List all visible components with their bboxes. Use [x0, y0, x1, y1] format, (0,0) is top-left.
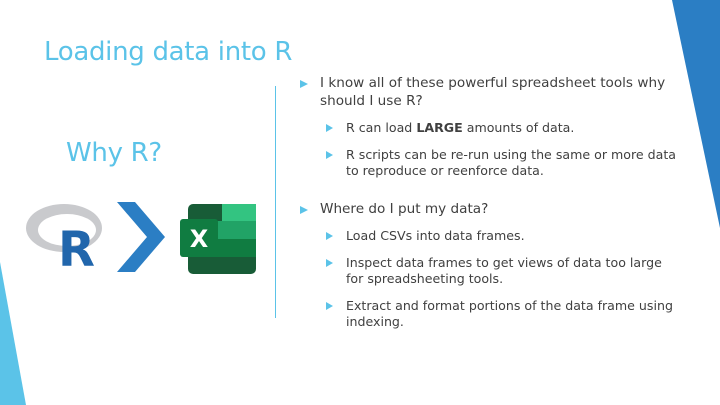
sub-bullet-text: Extract and format portions of the data … — [346, 297, 673, 330]
sub-bullet-item: R scripts can be re-run using the same o… — [326, 147, 680, 180]
bullet-marker-icon — [326, 124, 333, 132]
r-logo-icon: R — [26, 204, 102, 278]
logos-group: R X — [26, 202, 256, 278]
bold-text: LARGE — [416, 120, 463, 135]
bullet-marker-icon — [326, 232, 333, 240]
bullet-item: I know all of these powerful spreadsheet… — [300, 75, 680, 110]
sub-bullet-text: R scripts can be re-run using the same o… — [346, 146, 676, 179]
sub-bullet-text: R can load — [346, 120, 417, 135]
chevron-right-icon — [117, 202, 165, 272]
slide-subtitle: Why R? — [66, 138, 162, 168]
bullet-item: Where do I put my data? — [300, 201, 680, 219]
r-logo-letter: R — [58, 222, 95, 278]
bottom-left-accent-shape — [0, 262, 26, 405]
sub-bullet-text: Load CSVs into data frames. — [346, 228, 525, 243]
sub-bullet-text: Inspect data frames to get views of data… — [346, 254, 662, 287]
sub-bullet-item: R can load LARGE amounts of data. — [326, 120, 680, 137]
slide: Loading data into R Why R? R X I know al… — [0, 0, 720, 405]
excel-logo-icon: X — [180, 204, 256, 274]
sub-bullet-item: Inspect data frames to get views of data… — [326, 255, 680, 288]
bullet-list: I know all of these powerful spreadsheet… — [300, 75, 680, 331]
sub-bullet-item: Load CSVs into data frames. — [326, 228, 680, 245]
sub-bullet-text: amounts of data. — [462, 120, 575, 135]
bullet-marker-icon — [326, 301, 333, 310]
bullet-marker-icon — [300, 205, 308, 214]
vertical-divider — [275, 86, 276, 318]
bullet-marker-icon — [326, 150, 333, 159]
slide-title: Loading data into R — [44, 37, 293, 67]
bullet-text: I know all of these powerful spreadsheet… — [320, 75, 666, 109]
sub-bullet-item: Extract and format portions of the data … — [326, 298, 680, 331]
bullet-marker-icon — [326, 258, 333, 267]
excel-logo-letter: X — [190, 225, 209, 253]
bullet-marker-icon — [300, 80, 308, 88]
bullet-text: Where do I put my data? — [320, 200, 489, 217]
